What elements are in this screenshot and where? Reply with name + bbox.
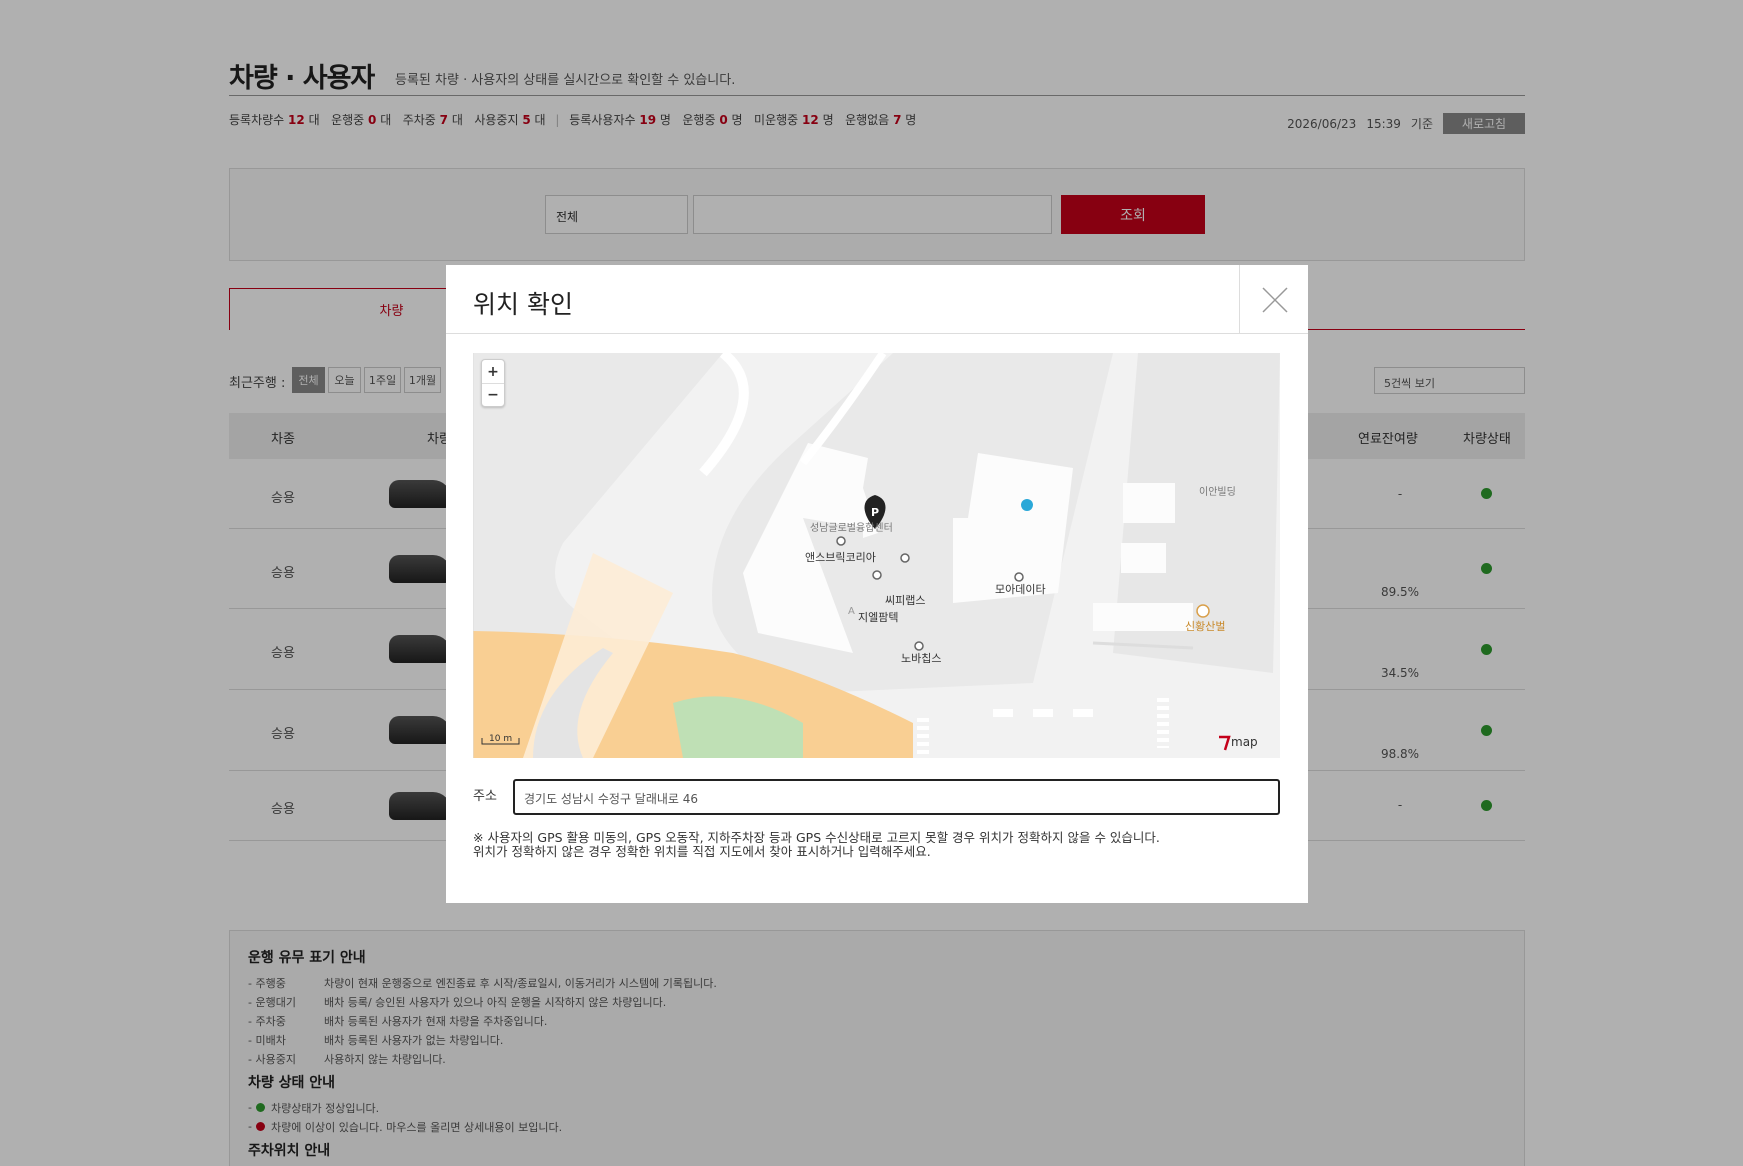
location-modal: 위치 확인 P 성남글로벌융합센터 앤스브릭코리아 씨피랩스 지엘팜텍 노바칩스… <box>446 265 1308 903</box>
map-label-a: A <box>848 606 855 617</box>
map-scale-label: 10 m <box>489 734 512 744</box>
close-button[interactable] <box>1239 265 1308 334</box>
zoom-out-button[interactable]: − <box>482 383 504 406</box>
map-canvas: P 성남글로벌융합센터 앤스브릭코리아 씨피랩스 지엘팜텍 노바칩스 모아데이타… <box>473 353 1280 758</box>
map-label-poi4: 노바칩스 <box>901 652 941 665</box>
address-label: 주소 <box>473 789 497 804</box>
map-zoom-control: + − <box>481 359 505 407</box>
modal-title: 위치 확인 <box>473 290 573 319</box>
gps-notice: ※ 사용자의 GPS 활용 미동의, GPS 오동작, 지하주차장 등과 GPS… <box>473 830 1160 859</box>
svg-text:P: P <box>871 506 879 519</box>
map-label-poi2: 씨피랩스 <box>885 594 925 607</box>
address-row: 주소 경기도 성남시 수정구 달래내로 46 <box>473 779 1280 815</box>
map-label-building: 성남글로벌융합센터 <box>810 522 893 534</box>
map-label-poi6: 이안빌딩 <box>1199 486 1236 498</box>
map-label-poi5: 모아데이타 <box>995 583 1046 596</box>
modal-header: 위치 확인 <box>446 265 1308 334</box>
map-brand: map <box>1231 735 1258 749</box>
address-input[interactable]: 경기도 성남시 수정구 달래내로 46 <box>513 779 1280 815</box>
map-view[interactable]: P 성남글로벌융합센터 앤스브릭코리아 씨피랩스 지엘팜텍 노바칩스 모아데이타… <box>473 353 1280 758</box>
map-label-poi1: 앤스브릭코리아 <box>805 551 876 564</box>
close-icon <box>1262 287 1288 313</box>
zoom-in-button[interactable]: + <box>482 360 504 383</box>
map-label-poi7: 신황산벌 <box>1185 620 1225 633</box>
map-label-poi3: 지엘팜텍 <box>858 611 898 624</box>
